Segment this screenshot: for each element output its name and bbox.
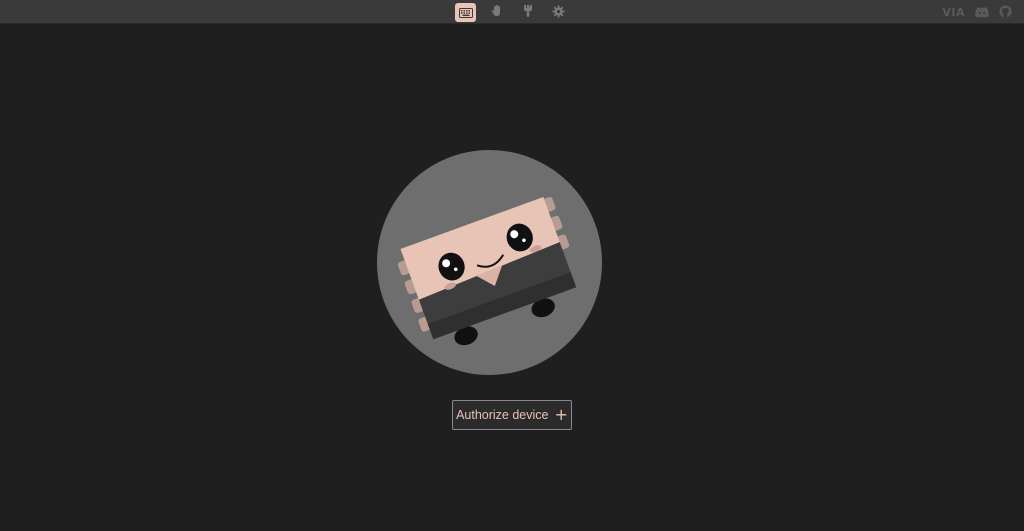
main-nav <box>455 2 569 22</box>
github-icon[interactable] <box>999 3 1012 22</box>
via-logo[interactable]: VIA <box>942 6 965 19</box>
nav-configure[interactable] <box>455 2 476 22</box>
hand-pointer-icon <box>490 3 504 22</box>
nav-settings[interactable] <box>548 3 569 22</box>
nav-design[interactable] <box>517 3 538 22</box>
external-links: VIA <box>942 3 1012 21</box>
keyboard-mascot-illustration <box>377 150 602 375</box>
authorize-device-label: Authorize device <box>456 408 549 422</box>
plus-icon: + <box>554 405 568 424</box>
keyboard-icon <box>458 3 473 22</box>
nav-key-tester[interactable] <box>486 3 507 22</box>
discord-icon[interactable] <box>975 3 989 22</box>
gear-icon <box>552 3 565 22</box>
authorize-device-button[interactable]: Authorize device + <box>452 400 572 430</box>
top-bar: VIA <box>0 0 1024 24</box>
brush-icon <box>521 3 535 22</box>
